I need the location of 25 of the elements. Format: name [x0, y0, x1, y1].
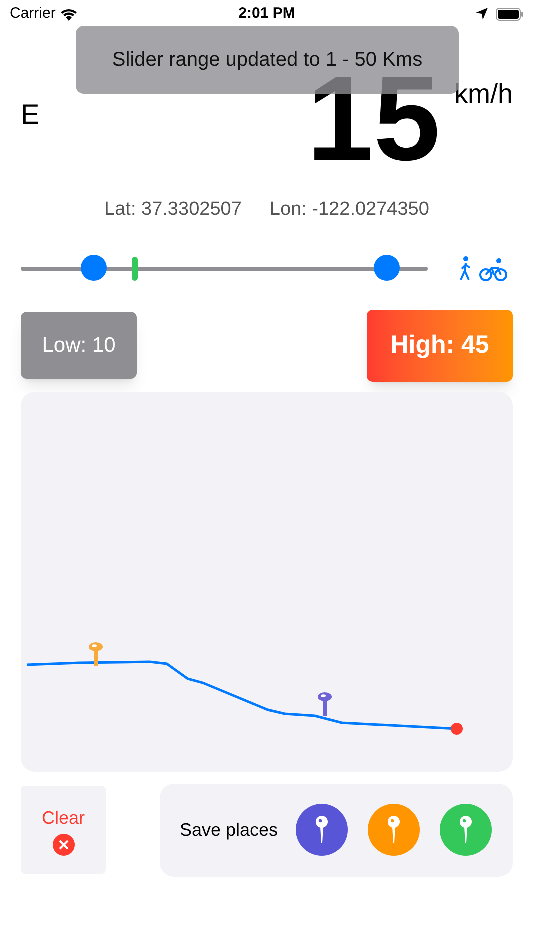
map-pin-icon — [89, 642, 103, 666]
map-pin-icon — [318, 692, 332, 716]
clock-time: 2:01 PM — [238, 4, 296, 24]
wifi-icon — [60, 8, 78, 20]
clear-button[interactable]: Clear — [21, 786, 106, 874]
high-speed-button[interactable]: High: 45 — [367, 310, 513, 382]
carrier-name: Carrier — [10, 4, 56, 24]
close-icon — [52, 834, 74, 856]
latitude-text: Lat: 37.3302507 — [104, 198, 242, 222]
heading-direction: E — [21, 98, 40, 132]
slider-thumb[interactable] — [374, 254, 400, 280]
battery-icon — [496, 8, 524, 20]
current-position-dot — [451, 722, 463, 734]
low-speed-button[interactable]: Low: 10 — [21, 312, 137, 379]
speed-unit: km/h — [454, 78, 513, 111]
toast-message: Slider range updated to 1 - 50 Kms — [112, 48, 423, 73]
walk-and-bike-icon[interactable] — [458, 256, 508, 282]
range-slider[interactable] — [21, 254, 428, 282]
slider-thumb[interactable] — [81, 254, 108, 280]
pin-icon — [459, 816, 474, 844]
pin-icon — [315, 816, 330, 844]
longitude-text: Lon: -122.0274350 — [270, 198, 430, 222]
pin-icon — [387, 816, 402, 844]
location-arrow-icon — [476, 8, 488, 20]
save-places-label: Save places — [180, 818, 278, 842]
